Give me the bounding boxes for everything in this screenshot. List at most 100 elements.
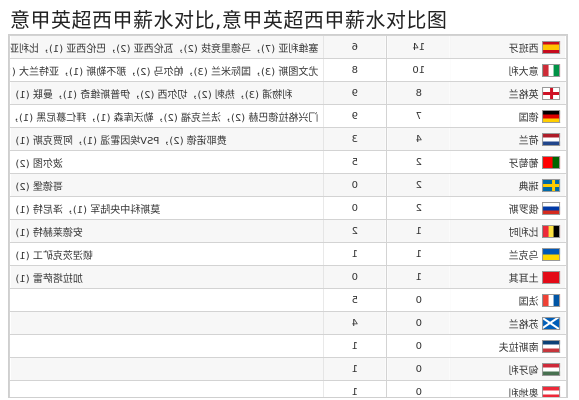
table-row: 5 0 法国 — [9, 288, 567, 312]
clubs-cell: 顿涅茨克矿工 (1) — [9, 242, 324, 266]
country-wrapper: 土耳其 — [456, 270, 561, 285]
country-wrapper: 奥地利 — [456, 385, 561, 397]
table-row: 4 0 苏格兰 — [9, 311, 567, 335]
count-cell-b: 1 — [386, 219, 451, 243]
results-table-container: 塞维利亚 (7)，马德里竞技 (2)，瓦伦西亚 (2)，巴伦西亚 (1)，比利亚… — [8, 34, 568, 398]
country-cell: 匈牙利 — [450, 357, 567, 381]
flag-icon — [543, 247, 561, 261]
count-cell-b: 0 — [386, 311, 451, 335]
count-cell-b: 2 — [386, 173, 451, 197]
country-cell: 乌克兰 — [450, 242, 567, 266]
country-cell: 法国 — [450, 288, 567, 312]
country-wrapper: 苏格兰 — [456, 316, 561, 331]
country-wrapper: 匈牙利 — [456, 362, 561, 377]
page-title: 意甲英超西甲薪水对比,意甲英超西甲薪水对比图 — [10, 8, 448, 32]
clubs-cell: 哥德堡 (2) — [9, 173, 324, 197]
count-cell-b: 2 — [386, 196, 451, 220]
flag-icon — [543, 63, 561, 77]
clubs-cell: 波尔图 (2) — [9, 150, 324, 174]
table-row: 波尔图 (2) 5 2 葡萄牙 — [9, 150, 567, 174]
count-cell-b: 0 — [386, 334, 451, 358]
count-cell-b: 0 — [386, 380, 451, 397]
count-cell-a: 3 — [323, 127, 387, 151]
country-name: 土耳其 — [509, 273, 539, 285]
clubs-cell — [9, 334, 324, 358]
country-wrapper: 南斯拉夫 — [456, 339, 561, 354]
country-name: 意大利 — [509, 66, 539, 78]
count-cell-a: 0 — [323, 196, 387, 220]
count-cell-a: 9 — [323, 104, 387, 128]
country-cell: 苏格兰 — [450, 311, 567, 335]
count-cell-b: 0 — [386, 357, 451, 381]
clubs-cell: 利物浦 (3)，热刺 (2)，切尔西 (2)，伊普斯维奇 (1)，曼联 (1) — [9, 81, 324, 105]
country-cell: 瑞典 — [450, 173, 567, 197]
country-name: 法国 — [519, 296, 539, 308]
flag-icon — [543, 132, 561, 146]
flag-icon — [543, 155, 561, 169]
table-row: 利物浦 (3)，热刺 (2)，切尔西 (2)，伊普斯维奇 (1)，曼联 (1) 9… — [9, 81, 567, 105]
count-cell-a: 9 — [323, 81, 387, 105]
clubs-cell: 费耶诺德 (2)，PSV埃因霍温 (1)，阿贾克斯 (1) — [9, 127, 324, 151]
clubs-cell: 加拉塔萨雷 (1) — [9, 265, 324, 289]
count-cell-b: 10 — [386, 58, 451, 82]
table-row: 费耶诺德 (2)，PSV埃因霍温 (1)，阿贾克斯 (1) 3 4 荷兰 — [9, 127, 567, 151]
count-cell-b: 0 — [386, 288, 451, 312]
country-cell: 英格兰 — [450, 81, 567, 105]
country-wrapper: 荷兰 — [456, 132, 561, 147]
count-cell-b: 14 — [386, 35, 451, 59]
clubs-cell: 安德莱赫特 (1) — [9, 219, 324, 243]
flag-icon — [543, 362, 561, 376]
flag-icon — [543, 201, 561, 215]
country-cell: 德国 — [450, 104, 567, 128]
country-wrapper: 乌克兰 — [456, 247, 561, 262]
country-wrapper: 英格兰 — [456, 86, 561, 101]
flag-icon — [543, 316, 561, 330]
count-cell-b: 1 — [386, 242, 451, 266]
table-row: 塞维利亚 (7)，马德里竞技 (2)，瓦伦西亚 (2)，巴伦西亚 (1)，比利亚… — [9, 35, 567, 59]
country-name: 德国 — [519, 112, 539, 124]
clubs-cell: 门兴格拉德巴赫 (2)，法兰克福 (2)，勒沃库森 (1)，拜仁慕尼黑 (1)，… — [9, 104, 324, 128]
country-name: 葡萄牙 — [509, 158, 539, 170]
table-row: 顿涅茨克矿工 (1) 1 1 乌克兰 — [9, 242, 567, 266]
country-cell: 土耳其 — [450, 265, 567, 289]
country-name: 匈牙利 — [509, 365, 539, 377]
count-cell-b: 8 — [386, 81, 451, 105]
flag-icon — [543, 86, 561, 100]
country-name: 瑞典 — [519, 181, 539, 193]
country-wrapper: 法国 — [456, 293, 561, 308]
count-cell-a: 1 — [323, 242, 387, 266]
flag-icon — [543, 385, 561, 397]
country-cell: 奥地利 — [450, 380, 567, 397]
flag-icon — [543, 293, 561, 307]
table-row: 加拉塔萨雷 (1) 0 1 土耳其 — [9, 265, 567, 289]
clubs-cell — [9, 380, 324, 397]
country-name: 荷兰 — [519, 135, 539, 147]
count-cell-a: 1 — [323, 380, 387, 397]
clubs-cell: 尤文图斯 (3)，国际米兰 (3)，帕尔马 (2)，那不勒斯 (1)，亚特兰大 … — [9, 58, 324, 82]
country-wrapper: 德国 — [456, 109, 561, 124]
country-wrapper: 俄罗斯 — [456, 201, 561, 216]
count-cell-a: 6 — [323, 35, 387, 59]
country-cell: 荷兰 — [450, 127, 567, 151]
country-wrapper: 瑞典 — [456, 178, 561, 193]
flag-icon — [543, 40, 561, 54]
clubs-cell — [9, 357, 324, 381]
table-row: 1 0 匈牙利 — [9, 357, 567, 381]
clubs-cell — [9, 288, 324, 312]
count-cell-b: 7 — [386, 104, 451, 128]
country-name: 比利时 — [509, 227, 539, 239]
country-name: 西班牙 — [509, 43, 539, 55]
country-name: 乌克兰 — [509, 250, 539, 262]
flag-icon — [543, 270, 561, 284]
count-cell-a: 1 — [323, 334, 387, 358]
flag-icon — [543, 178, 561, 192]
country-cell: 意大利 — [450, 58, 567, 82]
country-cell: 南斯拉夫 — [450, 334, 567, 358]
count-cell-a: 5 — [323, 150, 387, 174]
count-cell-a: 0 — [323, 173, 387, 197]
count-cell-b: 4 — [386, 127, 451, 151]
table-row: 莫斯科中央陆军 (1)，泽尼特 (1) 0 2 俄罗斯 — [9, 196, 567, 220]
flag-icon — [543, 224, 561, 238]
country-cell: 俄罗斯 — [450, 196, 567, 220]
results-table: 塞维利亚 (7)，马德里竞技 (2)，瓦伦西亚 (2)，巴伦西亚 (1)，比利亚… — [9, 35, 567, 397]
